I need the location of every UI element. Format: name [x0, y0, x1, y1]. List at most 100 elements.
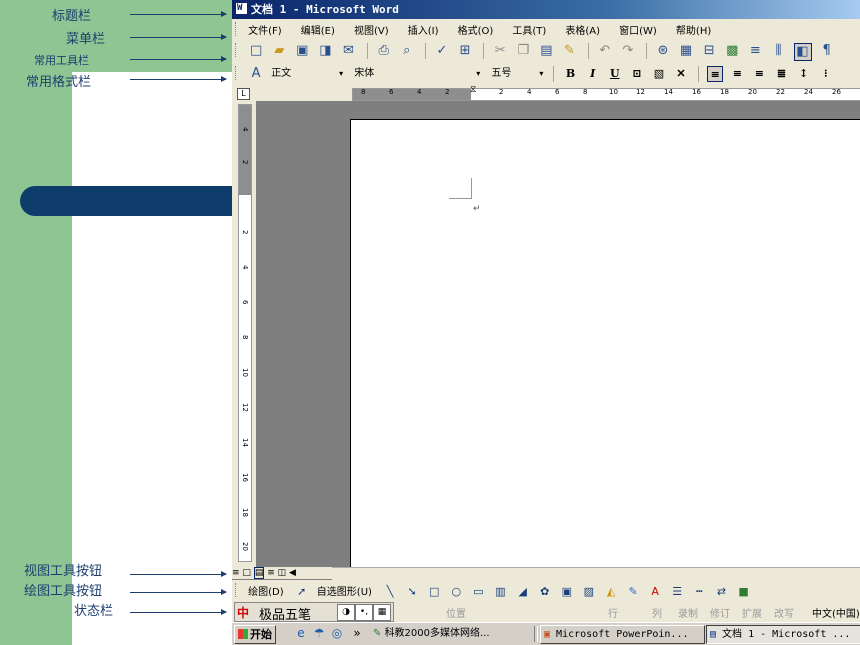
menu-grip[interactable]: [235, 22, 239, 36]
char-border-icon[interactable]: ⊡: [629, 66, 645, 82]
char-scale-icon[interactable]: ✕: [673, 66, 689, 82]
font-size-select[interactable]: 五号 ▾: [487, 66, 546, 81]
format-painter-icon[interactable]: ✎: [562, 43, 578, 59]
diagram-icon[interactable]: ✿: [538, 582, 552, 602]
line-spacing-icon[interactable]: ↕: [796, 66, 812, 82]
underline-button[interactable]: U: [607, 66, 623, 82]
textbox-icon[interactable]: ▭: [471, 582, 485, 602]
open-folder-icon[interactable]: ▰: [271, 43, 287, 59]
dash-style-icon[interactable]: ┅: [692, 582, 706, 602]
horizontal-ruler[interactable]: 8 6 4 2 ⧖ 2 4 6 8 10 12 14 16 18 20 22 2…: [352, 86, 860, 102]
quicklaunch-icon[interactable]: ☂: [312, 626, 326, 640]
align-center-icon[interactable]: ≡: [729, 66, 745, 82]
undo-icon[interactable]: ↶: [597, 43, 613, 59]
align-justify-icon[interactable]: ≡: [707, 66, 724, 82]
ime-halfwidth-icon[interactable]: ◑: [337, 604, 355, 621]
spelling-icon[interactable]: ✓: [434, 43, 450, 59]
email-icon[interactable]: ✉: [340, 43, 356, 59]
menu-insert[interactable]: 插入(I): [408, 21, 439, 42]
font-select[interactable]: 宋体 ▾: [350, 66, 483, 81]
picture-icon[interactable]: ▨: [582, 582, 596, 602]
arrow-style-icon[interactable]: ⇄: [714, 582, 728, 602]
tables-borders-icon[interactable]: ▦: [678, 43, 694, 59]
ime-punctuation-icon[interactable]: •,: [355, 604, 373, 621]
scroll-left-icon[interactable]: ◀: [289, 568, 296, 578]
menu-format[interactable]: 格式(O): [458, 21, 494, 42]
more-quicklaunch-icon[interactable]: »: [350, 626, 364, 640]
ime-logo-icon[interactable]: 中: [237, 604, 249, 621]
columns-icon[interactable]: ≡: [747, 43, 763, 59]
research-icon[interactable]: ⊞: [457, 43, 473, 59]
insert-excel-icon[interactable]: ▩: [724, 43, 740, 59]
align-right-icon[interactable]: ≡: [751, 66, 767, 82]
task-item-powerpoint[interactable]: ▣ Microsoft PowerPoin...: [540, 625, 705, 644]
print-icon[interactable]: ⎙: [376, 43, 392, 59]
ime-keyboard-icon[interactable]: ▦: [373, 604, 391, 621]
tab-selector-icon[interactable]: L: [237, 88, 250, 100]
menu-view[interactable]: 视图(V): [354, 21, 389, 42]
status-revise[interactable]: 修订: [710, 605, 730, 620]
show-desktop-icon[interactable]: ◎: [330, 626, 344, 640]
menu-tools[interactable]: 工具(T): [512, 21, 546, 42]
task-item-word[interactable]: ▤ 文档 1 - Microsoft ...: [706, 625, 860, 644]
title-bar[interactable]: 文档 1 - Microsoft Word: [232, 0, 860, 19]
vertical-ruler[interactable]: 4 2 2 4 6 8 10 12 14 16 18 20: [238, 104, 252, 562]
drawing-toolbar-grip[interactable]: [235, 583, 239, 597]
save-icon[interactable]: ▣: [294, 43, 310, 59]
rectangle-icon[interactable]: □: [427, 582, 441, 602]
outline-view-icon[interactable]: ≡: [267, 568, 275, 578]
fill-color-icon[interactable]: ◭: [604, 582, 618, 602]
status-extend[interactable]: 扩展: [742, 605, 762, 620]
bold-button[interactable]: B: [563, 66, 579, 82]
drawing-toggle-icon[interactable]: ⫼: [770, 43, 786, 59]
document-page[interactable]: ↵: [350, 119, 860, 568]
web-view-icon[interactable]: □: [242, 568, 251, 578]
paste-icon[interactable]: ▤: [538, 43, 554, 59]
char-shading-icon[interactable]: ▧: [651, 66, 667, 82]
status-record[interactable]: 录制: [678, 605, 698, 620]
redo-icon[interactable]: ↷: [620, 43, 636, 59]
styles-formatting-icon[interactable]: A: [248, 66, 264, 82]
clipart-icon[interactable]: ▣: [560, 582, 574, 602]
line-icon[interactable]: ╲: [383, 582, 397, 602]
indent-marker-icon[interactable]: ⧖: [470, 86, 476, 102]
menu-table[interactable]: 表格(A): [565, 21, 600, 42]
shadow-icon[interactable]: ■: [737, 582, 751, 602]
permission-icon[interactable]: ◨: [317, 43, 333, 59]
menu-window[interactable]: 窗口(W): [619, 21, 657, 42]
menu-file[interactable]: 文件(F): [248, 21, 282, 42]
ie-icon[interactable]: e: [294, 626, 308, 640]
formatting-toolbar-grip[interactable]: [235, 66, 239, 80]
oval-icon[interactable]: ○: [449, 582, 463, 602]
reading-view-icon[interactable]: ◫: [278, 568, 287, 578]
numbering-icon[interactable]: ⁝: [818, 66, 834, 82]
hyperlink-icon[interactable]: ⊛: [655, 43, 671, 59]
wordart-icon[interactable]: ◢: [516, 582, 530, 602]
print-layout-view-icon[interactable]: ▤: [253, 567, 265, 579]
print-preview-icon[interactable]: ⌕: [399, 43, 415, 59]
insert-table-icon[interactable]: ⊟: [701, 43, 717, 59]
standard-toolbar-grip[interactable]: [235, 43, 239, 57]
horizontal-scrollbar[interactable]: [332, 567, 860, 580]
line-color-icon[interactable]: ✎: [626, 582, 640, 602]
show-hide-icon[interactable]: ¶: [819, 43, 835, 59]
font-color-icon[interactable]: A: [648, 582, 662, 602]
new-document-icon[interactable]: □: [248, 43, 264, 59]
cut-icon[interactable]: ✂: [492, 43, 508, 59]
select-objects-icon[interactable]: ➚: [295, 582, 309, 602]
document-map-icon[interactable]: ◧: [793, 43, 812, 61]
task-item-courseware[interactable]: ✎ 科教2000多媒体网络...: [370, 625, 533, 642]
menu-help[interactable]: 帮助(H): [676, 21, 711, 42]
status-overwrite[interactable]: 改写: [774, 605, 794, 620]
ime-toolbar[interactable]: 中 极品五笔 ◑ •, ▦: [234, 602, 394, 623]
distributed-icon[interactable]: ≣: [774, 66, 790, 82]
word-app-icon[interactable]: [235, 0, 248, 18]
line-style-icon[interactable]: ☰: [670, 582, 684, 602]
normal-view-icon[interactable]: ≡: [232, 568, 240, 578]
style-select[interactable]: 正文 ▾: [271, 66, 346, 81]
italic-button[interactable]: I: [585, 66, 601, 82]
vertical-textbox-icon[interactable]: ▥: [493, 582, 507, 602]
arrow-icon[interactable]: ➘: [405, 582, 419, 602]
start-button[interactable]: 开始: [234, 625, 276, 644]
copy-icon[interactable]: ❐: [515, 43, 531, 59]
